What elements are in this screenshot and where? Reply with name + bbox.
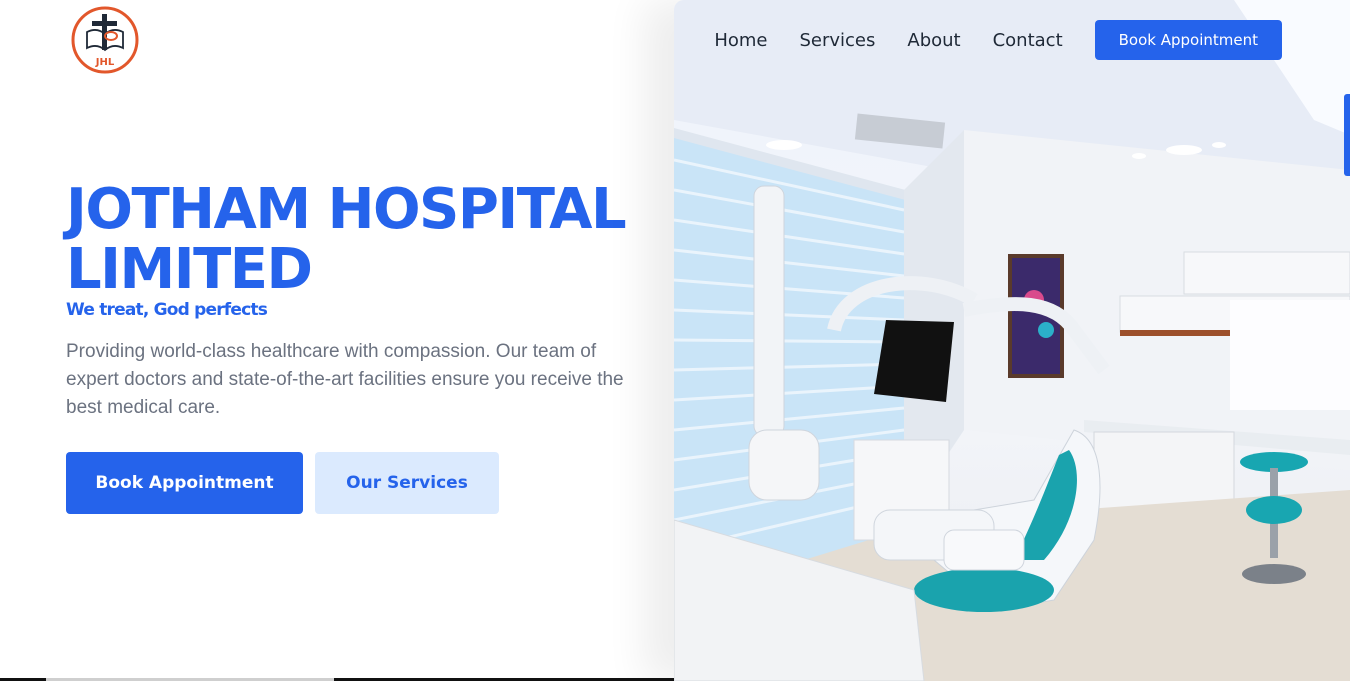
scroll-indicator[interactable] [1344, 94, 1350, 176]
nav-services[interactable]: Services [799, 30, 875, 51]
hospital-logo[interactable]: JHL [70, 5, 140, 75]
our-services-button[interactable]: Our Services [315, 452, 499, 514]
nav-home[interactable]: Home [714, 30, 767, 51]
hero-cta-group: Book Appointment Our Services [66, 452, 499, 514]
hero-section: JOTHAM HOSPITAL LIMITED We treat, God pe… [66, 180, 646, 441]
hero-title-line2: LIMITED [66, 237, 313, 302]
nav-book-appointment-button[interactable]: Book Appointment [1094, 20, 1282, 60]
nav-about[interactable]: About [907, 30, 960, 51]
dental-clinic-photo: Home Services About Contact Book Appoint… [674, 0, 1350, 681]
hero-description: Providing world-class healthcare with co… [66, 341, 624, 418]
clinic-illustration [674, 0, 1350, 681]
hero-title: JOTHAM HOSPITAL LIMITED [66, 180, 646, 300]
book-appointment-button[interactable]: Book Appointment [66, 452, 303, 514]
nav-contact[interactable]: Contact [993, 30, 1063, 51]
hero-title-line1: JOTHAM HOSPITAL [66, 177, 627, 242]
logo-text: JHL [95, 57, 115, 68]
hero-tagline: We treat, God perfects [66, 300, 268, 320]
top-navigation: Home Services About Contact Book Appoint… [714, 20, 1282, 60]
